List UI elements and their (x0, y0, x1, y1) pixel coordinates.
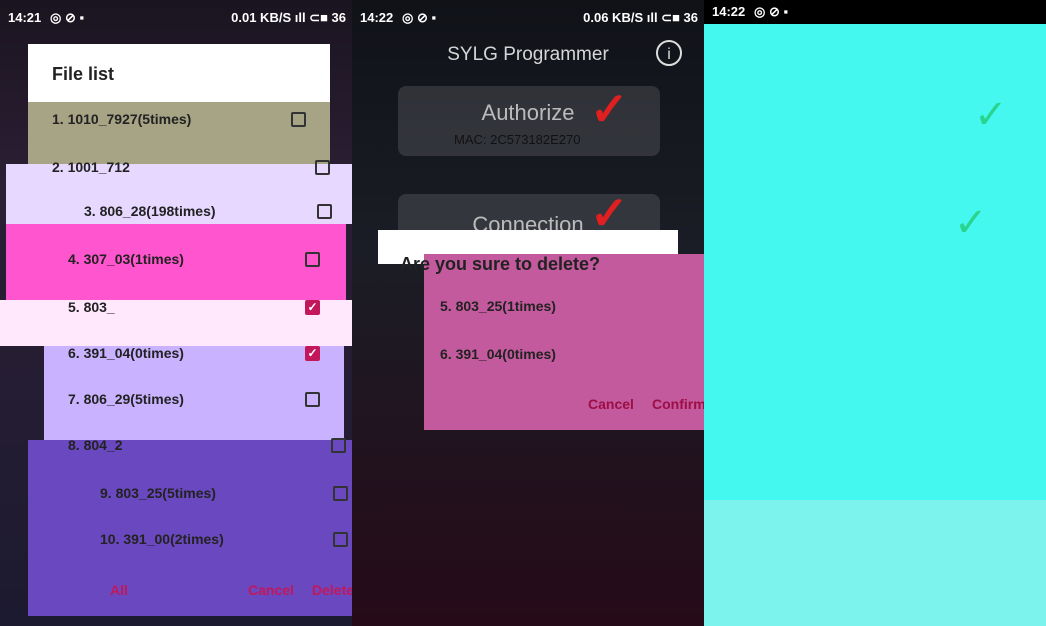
connection-check-icon: ✓ (954, 201, 988, 245)
file-list-item-label: 1. 1010_7927(5times) (52, 111, 192, 127)
status-bar: 14:21 ◎ ⊘ ▪ 0.01 KB/S ıll ⊂■ 36 (0, 0, 352, 36)
file-checkbox[interactable] (305, 391, 320, 407)
file-checkbox[interactable] (331, 437, 346, 453)
file-list-item-label: 6. 391_04(0times) (68, 345, 184, 361)
file-checkbox[interactable] (333, 531, 348, 547)
file-list-item[interactable]: 9. 803_25(5times) (100, 470, 348, 516)
confirm-delete-screen: 14:22 ◎ ⊘ ▪ 0.06 KB/S ıll ⊂■ 36 SYLG Pro… (352, 0, 704, 626)
file-list-item[interactable]: 4. 307_03(1times) (68, 236, 320, 282)
file-checkbox[interactable] (333, 485, 348, 501)
select-all-button[interactable]: All (110, 582, 128, 598)
file-list-item[interactable]: 8. 804_2 (68, 422, 346, 468)
confirm-item: 6. 391_04(0times) (440, 346, 556, 362)
authorize-check-icon: ✓ (974, 93, 1008, 137)
status-icons-left: ◎ ⊘ ▪ (754, 4, 789, 19)
authorize-label: Authorize (481, 100, 575, 125)
status-icons-left: ◎ ⊘ ▪ (50, 10, 85, 25)
confirm-item: 5. 803_25(1times) (440, 298, 556, 314)
status-time: 14:22 (712, 4, 746, 19)
status-time: 14:21 (8, 10, 42, 25)
file-list-item[interactable]: 6. 391_04(0times) ✓ (68, 330, 320, 376)
file-list-item[interactable]: 2. 1001_712 (52, 144, 330, 190)
status-icons-right: 0.06 KB/S ıll ⊂■ 36 (583, 10, 698, 25)
lower-band (704, 500, 1046, 626)
file-list-item-label: 3. 806_28(198times) (84, 203, 216, 219)
file-checkbox[interactable] (315, 159, 330, 175)
result-screen: 14:22 ◎ ⊘ ▪ ✓ ✓ (704, 0, 1046, 626)
file-list-item-label: 8. 804_2 (68, 437, 123, 453)
file-list-item[interactable]: 3. 806_28(198times) (84, 188, 332, 234)
confirm-dialog-title: Are you sure to delete? (400, 254, 601, 274)
file-checkbox[interactable] (291, 111, 306, 127)
file-list-item[interactable]: 10. 391_00(2times) (100, 516, 348, 562)
file-list-screen: 14:21 ◎ ⊘ ▪ 0.01 KB/S ıll ⊂■ 36 File lis… (0, 0, 352, 626)
file-list-item-label: 10. 391_00(2times) (100, 531, 224, 547)
file-list-item-label: 5. 803_ (68, 299, 115, 315)
mac-address: MAC: 2C573182E270 (454, 132, 581, 147)
file-checkbox[interactable] (317, 203, 332, 219)
status-bar: 14:22 ◎ ⊘ ▪ (704, 0, 1046, 24)
confirm-cancel-button[interactable]: Cancel (588, 396, 634, 412)
authorize-check-icon: ✓ (590, 83, 629, 135)
status-time: 14:22 (360, 10, 394, 25)
status-bar: 14:22 ◎ ⊘ ▪ 0.06 KB/S ıll ⊂■ 36 (352, 0, 704, 36)
file-checkbox[interactable]: ✓ (305, 299, 320, 315)
file-checkbox[interactable] (305, 251, 320, 267)
file-list-item[interactable]: 7. 806_29(5times) (68, 376, 320, 422)
file-checkbox[interactable]: ✓ (305, 345, 320, 361)
file-list-item[interactable]: 1. 1010_7927(5times) (52, 96, 306, 142)
file-list-item-label: 7. 806_29(5times) (68, 391, 184, 407)
file-list-item-label: 2. 1001_712 (52, 159, 130, 175)
status-icons-right: 0.01 KB/S ıll ⊂■ 36 (231, 10, 346, 25)
file-list-item-label: 9. 803_25(5times) (100, 485, 216, 501)
app-title: SYLG Programmer (447, 44, 609, 65)
file-list-item-label: 4. 307_03(1times) (68, 251, 184, 267)
confirm-ok-button[interactable]: Confirm (652, 396, 704, 412)
info-icon[interactable]: i (656, 40, 682, 66)
dialog-title: File list (52, 64, 115, 84)
status-icons-left: ◎ ⊘ ▪ (402, 10, 437, 25)
delete-button[interactable]: Delete (312, 582, 352, 598)
file-list-item[interactable]: 5. 803_ ✓ (68, 284, 320, 330)
cancel-button[interactable]: Cancel (248, 582, 294, 598)
